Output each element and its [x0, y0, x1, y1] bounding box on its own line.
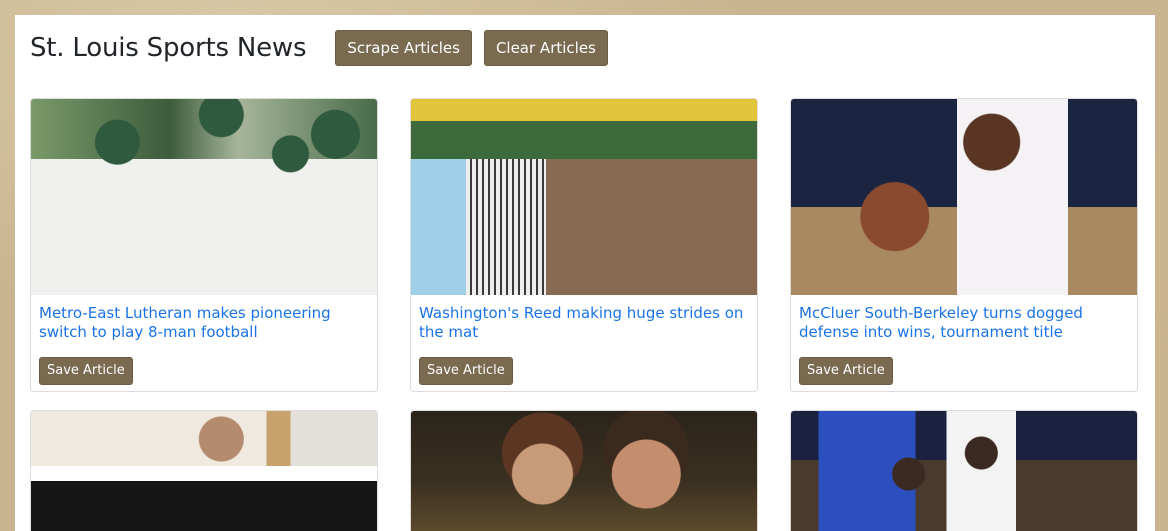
- article-title-link[interactable]: McCluer South-Berkeley turns dogged defe…: [799, 304, 1129, 344]
- article-title-link[interactable]: Washington's Reed making huge strides on…: [419, 304, 749, 344]
- article-image[interactable]: [411, 99, 757, 295]
- main-panel: St. Louis Sports News Scrape Articles Cl…: [15, 15, 1155, 531]
- article-title-link[interactable]: Metro-East Lutheran makes pioneering swi…: [39, 304, 369, 344]
- page-title: St. Louis Sports News: [30, 33, 307, 63]
- article-image[interactable]: [791, 411, 1137, 531]
- scrape-articles-button[interactable]: Scrape Articles: [335, 30, 472, 66]
- article-image[interactable]: [411, 411, 757, 531]
- save-article-button[interactable]: Save Article: [419, 357, 513, 385]
- article-image[interactable]: [31, 99, 377, 295]
- article-card: [790, 410, 1138, 531]
- article-card: Metro-East Lutheran makes pioneering swi…: [30, 98, 378, 392]
- save-article-button[interactable]: Save Article: [39, 357, 133, 385]
- article-card: McCluer South-Berkeley turns dogged defe…: [790, 98, 1138, 392]
- article-card: [30, 410, 378, 531]
- article-card: [410, 410, 758, 531]
- clear-articles-button[interactable]: Clear Articles: [483, 30, 608, 66]
- save-article-button[interactable]: Save Article: [799, 357, 893, 385]
- page-header: St. Louis Sports News Scrape Articles Cl…: [30, 29, 608, 67]
- article-image[interactable]: [31, 411, 377, 531]
- article-image[interactable]: [791, 99, 1137, 295]
- article-card: Washington's Reed making huge strides on…: [410, 98, 758, 392]
